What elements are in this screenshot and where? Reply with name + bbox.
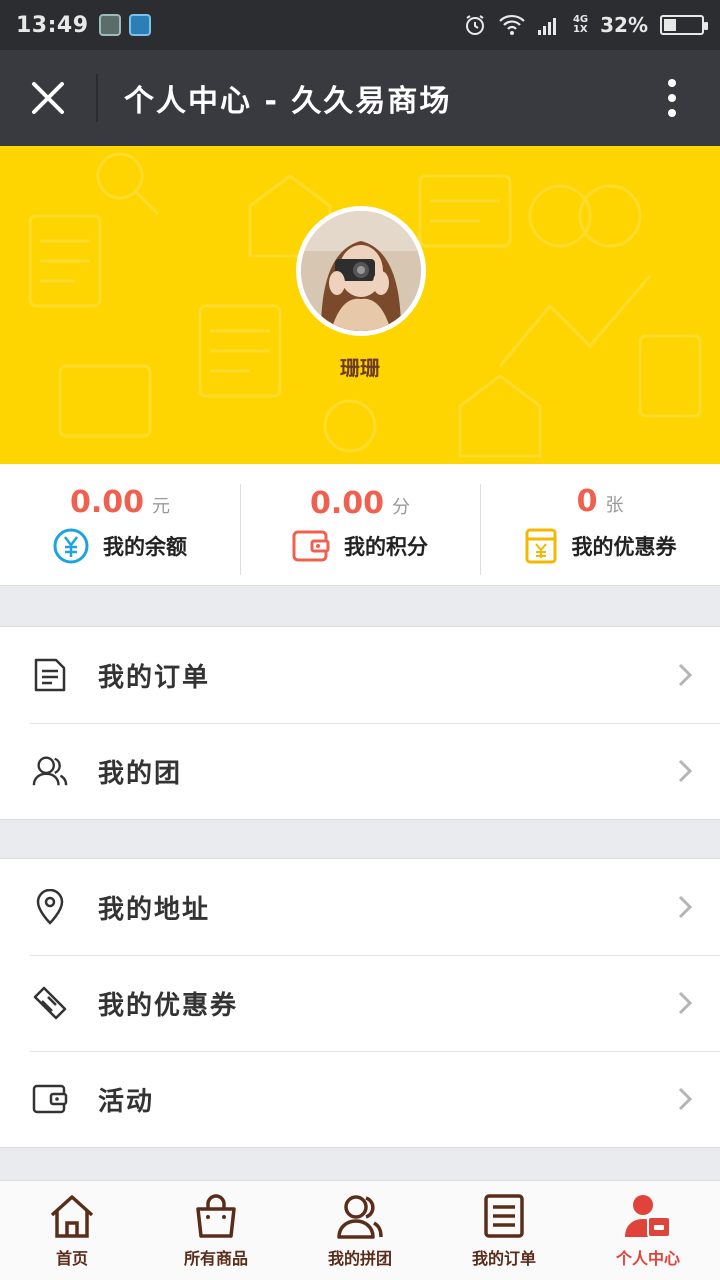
avatar-photo [301,211,421,331]
menu-label-my-coupons: 我的优惠券 [98,990,239,1021]
chevron-right-icon [678,991,692,1015]
nav-label-my-group-buy: 我的拼团 [327,1248,392,1268]
title-bar: 个人中心 - 久久易商场 [0,50,720,146]
balance-unit: 元 [152,496,171,517]
nav-item-personal-center[interactable]: 个人中心 [576,1181,720,1280]
menu-item-activities[interactable]: 活动 [0,1051,720,1147]
stat-points[interactable]: 0.00 分 我的积分 [240,464,480,585]
battery-level [664,19,676,31]
balance-value: 0.00 [69,485,145,520]
coupon-icon [525,528,556,564]
chevron-right-icon [678,1087,692,1111]
signal-icon [537,18,556,35]
coupons-value: 0 [576,484,598,519]
nav-label-my-orders: 我的订单 [471,1248,536,1268]
network-type-1x: 1X [572,24,588,35]
status-time: 13:49 [16,12,89,38]
nav-item-my-orders[interactable]: 我的订单 [432,1181,576,1280]
menu-label-my-group: 我的团 [98,758,183,789]
coupons-unit: 张 [605,495,624,516]
more-vertical-icon [668,79,676,117]
points-unit: 分 [392,497,411,518]
close-button[interactable] [0,50,96,146]
menu-group-orders: 我的订单 我的团 [0,626,720,820]
close-icon [32,82,64,114]
page-title: 个人中心 - 久久易商场 [124,84,452,119]
account-stats: 0.00 元 我的余额 0.00 分 我的积分 0 张 我的优惠券 [0,464,720,586]
chevron-right-icon [678,759,692,783]
nav-item-my-group-buy[interactable]: 我的拼团 [288,1181,432,1280]
location-pin-icon [36,889,64,925]
screenshot-notification-icon [128,14,151,36]
shopping-bag-icon [196,1193,236,1238]
users-icon [32,756,68,786]
nav-label-personal-center: 个人中心 [615,1248,680,1268]
menu-item-my-address[interactable]: 我的地址 [0,859,720,955]
nav-label-home: 首页 [55,1248,88,1268]
menu-label-my-orders: 我的订单 [98,662,211,693]
nav-item-home[interactable]: 首页 [0,1181,144,1280]
bottom-nav: 首页 所有商品 我的拼团 我的订单 个人中心 [0,1180,720,1280]
battery-percent: 32% [600,13,648,37]
list-icon [484,1193,524,1238]
wallet-icon [292,530,330,562]
status-bar: 13:49 4G 1X 32% [0,0,720,50]
menu-item-my-group[interactable]: 我的团 [0,723,720,819]
app-notification-icon [98,14,121,36]
nav-label-all-products: 所有商品 [183,1248,248,1268]
avatar[interactable] [296,206,426,336]
user-card-icon [625,1194,671,1238]
menu-item-my-coupons[interactable]: 我的优惠券 [0,955,720,1051]
more-button[interactable] [624,50,720,146]
ticket-icon [33,986,67,1020]
coupons-label: 我的优惠券 [571,535,677,559]
chevron-right-icon [678,663,692,687]
battery-icon [660,15,708,35]
menu-label-activities: 活动 [98,1086,155,1117]
yen-circle-icon [53,528,89,564]
document-icon [34,658,66,692]
home-icon [50,1194,94,1238]
menu-label-my-address: 我的地址 [98,894,211,925]
points-value: 0.00 [309,486,385,521]
chevron-right-icon [678,895,692,919]
username: 珊珊 [340,356,380,380]
points-label: 我的积分 [344,535,428,559]
menu-item-my-orders[interactable]: 我的订单 [0,627,720,723]
title-divider [96,74,98,122]
profile-banner: 珊珊 [0,146,720,464]
stat-coupons[interactable]: 0 张 我的优惠券 [480,464,720,585]
stat-balance[interactable]: 0.00 元 我的余额 [0,464,240,585]
menu-group-account: 我的地址 我的优惠券 活动 [0,858,720,1148]
group-icon [337,1194,383,1239]
wifi-icon [499,14,525,35]
nav-item-all-products[interactable]: 所有商品 [144,1181,288,1280]
alarm-icon [465,15,484,35]
balance-label: 我的余额 [103,535,187,559]
wallet-icon [32,1084,68,1114]
